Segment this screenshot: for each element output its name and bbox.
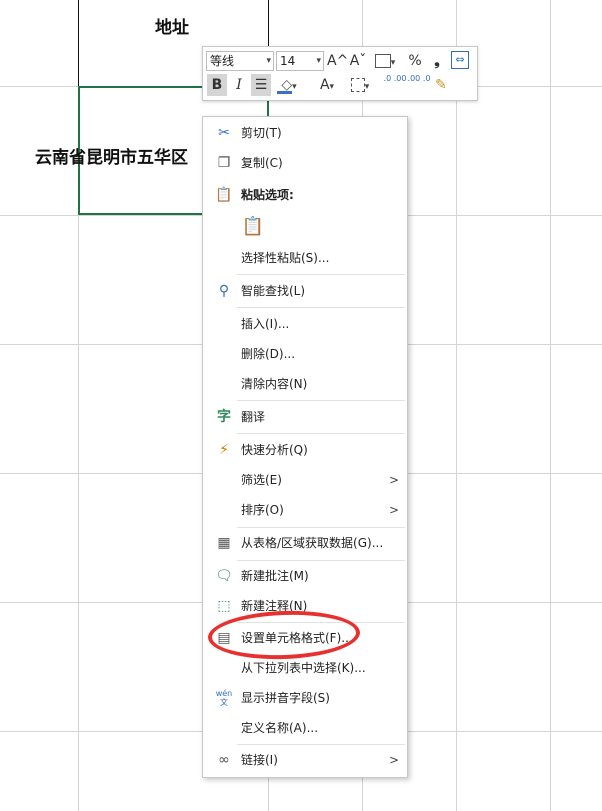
- menu-item-define-name[interactable]: 定义名称(A)...: [203, 714, 407, 742]
- menu-separator: [237, 744, 405, 745]
- increase-font-size-button[interactable]: A^: [327, 50, 348, 72]
- menu-item-label: 从表格/区域获取数据(G)...: [241, 536, 384, 550]
- menu-item-quick-analysis[interactable]: ⚡ 快速分析(Q): [203, 436, 407, 464]
- menu-item-label: 智能查找(L): [241, 284, 306, 298]
- chevron-right-icon: >: [388, 503, 399, 517]
- menu-item-smart-lookup[interactable]: ⚲ 智能查找(L): [203, 277, 407, 305]
- menu-separator: [237, 274, 405, 275]
- comma-style-button[interactable]: ❟: [427, 50, 447, 72]
- menu-item-paste-special[interactable]: 选择性粘贴(S)...: [203, 244, 407, 272]
- chevron-down-icon: ▾: [266, 56, 271, 66]
- menu-item-label: 定义名称(A)...: [241, 721, 319, 735]
- translate-icon: 字: [217, 409, 231, 425]
- chevron-down-icon: ▾: [316, 56, 321, 66]
- clipboard-icon: 📋: [215, 187, 233, 203]
- menu-item-insert[interactable]: 插入(I)...: [203, 310, 407, 338]
- percent-style-button[interactable]: %: [405, 50, 425, 72]
- mini-toolbar: 等线 ▾ 14 ▾ A^ Aˇ ▾ % ❟ ⇔ B I ☰ ◇▾ A▾ ▾ .0…: [202, 46, 478, 101]
- italic-button[interactable]: I: [229, 74, 249, 96]
- borders-icon: [350, 78, 365, 92]
- menu-separator: [237, 400, 405, 401]
- menu-item-label: 复制(C): [241, 156, 283, 170]
- menu-item-label: 选择性粘贴(S)...: [241, 251, 330, 265]
- menu-item-label: 快速分析(Q): [241, 443, 308, 457]
- menu-item-link[interactable]: ∞ 链接(I) >: [203, 746, 407, 774]
- fill-color-swatch: [277, 91, 292, 94]
- menu-item-copy[interactable]: ❐ 复制(C): [203, 149, 407, 177]
- table-icon: ▦: [217, 535, 231, 551]
- font-name-dropdown[interactable]: 等线 ▾: [206, 51, 274, 71]
- menu-separator: [237, 433, 405, 434]
- phonetic-icon-text: wén: [215, 689, 233, 698]
- new-note-icon: ⬚: [217, 598, 231, 614]
- fill-color-button[interactable]: ◇▾: [275, 74, 303, 96]
- merge-center-icon[interactable]: ⇔: [451, 51, 469, 69]
- menu-item-clear-contents[interactable]: 清除内容(N): [203, 370, 407, 398]
- menu-item-delete[interactable]: 删除(D)...: [203, 340, 407, 368]
- search-icon: ⚲: [218, 283, 230, 299]
- borders-button[interactable]: ▾: [345, 74, 375, 96]
- decrease-font-size-button[interactable]: Aˇ: [348, 50, 368, 72]
- menu-item-label: 插入(I)...: [241, 317, 290, 331]
- menu-item-sort[interactable]: 排序(O) >: [203, 496, 407, 524]
- font-color-button[interactable]: A▾: [313, 74, 341, 96]
- chevron-right-icon: >: [388, 753, 399, 767]
- accounting-format-button[interactable]: ▾: [370, 50, 400, 72]
- link-icon: ∞: [218, 752, 230, 768]
- menu-separator: [237, 527, 405, 528]
- new-comment-icon: 🗨: [215, 568, 233, 584]
- menu-item-label: 链接(I): [241, 753, 278, 767]
- menu-item-translate[interactable]: 字 翻译: [203, 403, 407, 431]
- chevron-down-icon: ▾: [390, 58, 396, 68]
- menu-item-show-phonetic[interactable]: wén 文 显示拼音字段(S): [203, 684, 407, 712]
- menu-item-label: 新建批注(M): [241, 569, 309, 583]
- menu-item-filter[interactable]: 筛选(E) >: [203, 466, 407, 494]
- font-name-value: 等线: [210, 54, 235, 68]
- menu-item-new-comment[interactable]: 🗨 新建批注(M): [203, 562, 407, 590]
- chevron-right-icon: >: [388, 473, 399, 487]
- menu-item-label: 翻译: [241, 410, 266, 424]
- cell-border: [78, 0, 79, 86]
- menu-item-label: 剪切(T): [241, 126, 282, 140]
- menu-item-label: 删除(D)...: [241, 347, 296, 361]
- font-size-value: 14: [280, 54, 296, 68]
- menu-separator: [237, 307, 405, 308]
- menu-item-paste-options: 📋 粘贴选项:: [203, 181, 407, 209]
- menu-item-cut[interactable]: ✂ 剪切(T): [203, 119, 407, 147]
- bold-button[interactable]: B: [207, 74, 227, 96]
- grid-line: [456, 0, 457, 811]
- context-menu: ✂ 剪切(T) ❐ 复制(C) 📋 粘贴选项: 📋 选择性粘贴(S)... ⚲ …: [202, 116, 408, 778]
- address-cell-value[interactable]: 云南省昆明市五华区: [35, 143, 188, 168]
- accounting-format-icon: [374, 54, 391, 68]
- menu-item-label: 筛选(E): [241, 473, 282, 487]
- chevron-down-icon: ▾: [364, 82, 370, 92]
- font-color-icon: A: [319, 77, 330, 93]
- paste-icon[interactable]: 📋: [241, 215, 265, 239]
- menu-item-label: 清除内容(N): [241, 377, 308, 391]
- quick-analysis-icon: ⚡: [219, 442, 229, 458]
- grid-line: [550, 0, 551, 811]
- phonetic-icon: wén 文: [215, 689, 233, 707]
- copy-icon: ❐: [217, 155, 231, 171]
- menu-item-pick-from-dropdown[interactable]: 从下拉列表中选择(K)...: [203, 654, 407, 682]
- font-size-dropdown[interactable]: 14 ▾: [276, 51, 324, 71]
- header-cell-address[interactable]: 地址: [155, 13, 189, 38]
- increase-decimal-button[interactable]: .0 .00: [383, 74, 407, 96]
- scissors-icon: ✂: [218, 125, 230, 141]
- decrease-decimal-button[interactable]: .00 .0: [407, 74, 431, 96]
- align-center-icon[interactable]: ☰: [251, 74, 271, 96]
- format-painter-icon[interactable]: ✎: [431, 74, 451, 96]
- menu-item-label: 粘贴选项:: [241, 188, 294, 202]
- menu-item-label: 显示拼音字段(S): [241, 691, 330, 705]
- menu-separator: [237, 560, 405, 561]
- menu-item-get-data-from-table[interactable]: ▦ 从表格/区域获取数据(G)...: [203, 529, 407, 557]
- menu-item-label: 排序(O): [241, 503, 284, 517]
- chevron-down-icon: ▾: [292, 82, 297, 92]
- chevron-down-icon: ▾: [329, 82, 335, 92]
